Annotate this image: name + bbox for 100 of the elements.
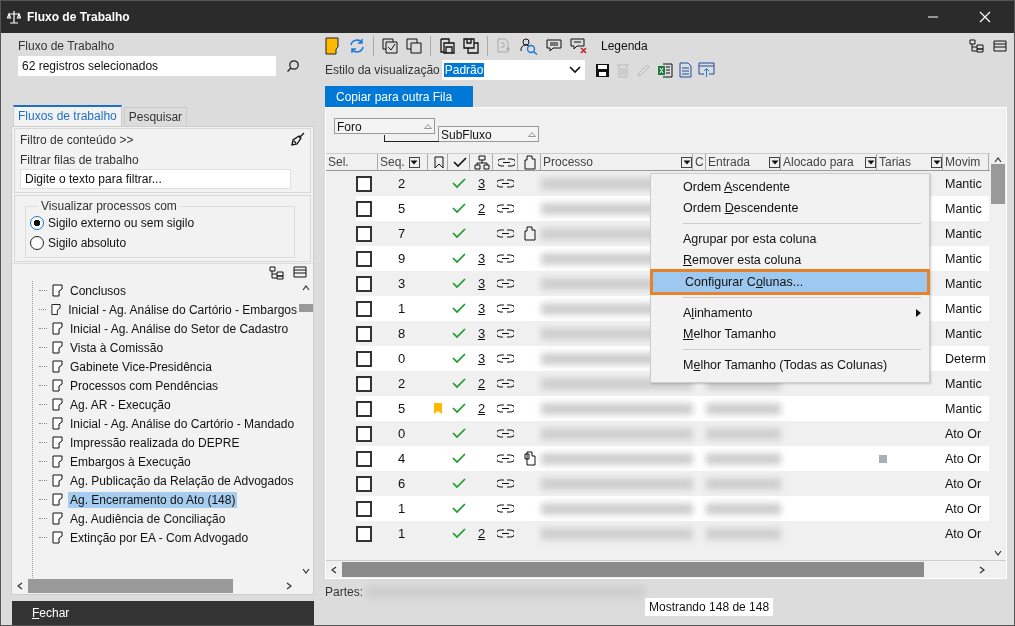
caret-down-icon[interactable] xyxy=(682,159,691,165)
row-checkbox[interactable] xyxy=(356,375,372,392)
scrollbar-thumb[interactable] xyxy=(28,579,233,593)
search-icon[interactable] xyxy=(286,59,300,73)
folder-icon[interactable] xyxy=(325,37,341,55)
radio-label[interactable]: Sigilo absoluto xyxy=(48,236,127,250)
tab[interactable]: Fluxos de trabalho xyxy=(13,105,122,126)
link-icon[interactable] xyxy=(497,157,515,167)
spreadsheet-icon[interactable] xyxy=(656,62,673,78)
column-header[interactable]: C xyxy=(693,154,706,170)
save-copy-icon[interactable] xyxy=(463,38,479,54)
save-icon[interactable] xyxy=(594,62,610,78)
menu-item[interactable]: Remover esta coluna xyxy=(651,250,929,270)
menu-item[interactable]: Ordem Ascendente xyxy=(651,177,929,197)
broom-icon[interactable] xyxy=(290,132,305,147)
subflow-count-link[interactable]: 3 xyxy=(477,351,486,366)
row-checkbox[interactable] xyxy=(356,350,372,367)
link-icon[interactable] xyxy=(497,454,514,463)
legend-button[interactable]: Legenda xyxy=(601,39,648,53)
chevron-down-icon[interactable] xyxy=(994,549,1002,557)
caret-down-icon[interactable] xyxy=(568,66,581,74)
radio-button[interactable] xyxy=(30,216,44,230)
chevron-down-icon[interactable] xyxy=(302,567,310,575)
export-icon[interactable] xyxy=(697,62,715,78)
row-checkbox[interactable] xyxy=(356,200,372,217)
link-icon[interactable] xyxy=(497,179,514,188)
caret-down-icon[interactable] xyxy=(410,159,419,165)
bookmark-icon[interactable] xyxy=(433,155,444,169)
tree-item[interactable]: Ag. Encerramento do Ato (148) xyxy=(68,491,238,508)
copy-to-queue-button[interactable]: Copiar para outra Fila xyxy=(325,86,473,107)
workflow-field[interactable]: 62 registros selecionados xyxy=(18,56,276,76)
row-checkbox[interactable] xyxy=(356,425,372,442)
caret-up-icon[interactable] xyxy=(424,123,432,129)
menu-item[interactable]: Alinhamento xyxy=(651,303,929,323)
tree-item[interactable]: Ag. AR - Execução xyxy=(68,396,173,413)
row-checkbox[interactable] xyxy=(356,225,372,242)
subflow-count-link[interactable]: 2 xyxy=(477,526,486,541)
subflow-count-link[interactable]: 3 xyxy=(477,176,486,191)
row-checkbox[interactable] xyxy=(356,175,372,192)
tree-collapse-icon[interactable] xyxy=(293,266,307,278)
row-checkbox[interactable] xyxy=(356,300,372,317)
scrollbar-thumb[interactable] xyxy=(991,164,1005,204)
row-checkbox[interactable] xyxy=(356,500,372,517)
row-checkbox[interactable] xyxy=(356,250,372,267)
chevron-left-icon[interactable] xyxy=(330,565,338,574)
tree-item[interactable]: Conclusos xyxy=(68,282,129,299)
column-header[interactable]: Alocado para xyxy=(781,154,877,170)
scrollbar[interactable] xyxy=(326,560,1006,578)
caret-down-icon[interactable] xyxy=(932,159,941,165)
document-icon[interactable] xyxy=(523,226,536,241)
link-icon[interactable] xyxy=(497,354,514,363)
caret-down-icon[interactable] xyxy=(770,159,779,165)
column-header[interactable]: Entrada xyxy=(706,154,781,170)
comment-delete-icon[interactable] xyxy=(570,38,587,54)
comment-icon[interactable] xyxy=(546,39,562,53)
chevron-right-icon[interactable] xyxy=(285,582,293,590)
tree-item[interactable]: Inicial - Ag. Análise do Cartório - Embargos xyxy=(66,301,299,318)
tree-item[interactable]: Inicial - Ag. Análise do Setor de Cadastro xyxy=(68,320,291,337)
subflow-count-link[interactable]: 2 xyxy=(477,201,486,216)
tree-item[interactable]: Inicial - Ag. Análise do Cartório - Mandado xyxy=(68,415,297,432)
tree-collapse-icon[interactable] xyxy=(993,40,1007,52)
row-checkbox[interactable] xyxy=(356,400,372,417)
close-button[interactable] xyxy=(979,11,991,23)
style-dropdown[interactable]: Padrão xyxy=(441,60,585,80)
column-header[interactable]: Movim xyxy=(943,154,989,170)
menu-item[interactable]: Melhor Tamanho xyxy=(651,324,929,344)
tree-expand-icon[interactable] xyxy=(969,39,985,53)
tree-item[interactable]: Ag. Audiência de Conciliação xyxy=(68,510,228,527)
link-icon[interactable] xyxy=(497,279,514,288)
subflow-count-link[interactable]: 3 xyxy=(477,251,486,266)
link-icon[interactable] xyxy=(497,379,514,388)
column-header[interactable]: Processo xyxy=(541,154,693,170)
user-search-icon[interactable] xyxy=(520,37,538,55)
scrollbar-thumb[interactable] xyxy=(299,304,313,312)
row-checkbox[interactable] xyxy=(356,325,372,342)
copy-icon[interactable] xyxy=(406,38,422,54)
link-icon[interactable] xyxy=(497,529,514,538)
row-checkbox[interactable] xyxy=(356,525,372,542)
menu-item[interactable]: Melhor Tamanho (Todas as Colunas) xyxy=(651,355,929,375)
subflow-count-link[interactable]: 2 xyxy=(477,376,486,391)
scrollbar-thumb[interactable] xyxy=(342,562,924,577)
menu-item[interactable]: Configurar Colunas... xyxy=(653,272,927,292)
tree-item[interactable]: Gabinete Vice-Presidência xyxy=(68,358,214,375)
group-by-chip[interactable]: SubFluxo xyxy=(438,126,539,142)
subflow-count-link[interactable]: 3 xyxy=(477,301,486,316)
document-icon[interactable] xyxy=(524,154,536,170)
column-header[interactable]: Seq. xyxy=(378,154,428,170)
link-icon[interactable] xyxy=(497,404,514,413)
link-icon[interactable] xyxy=(497,479,514,488)
content-filter-toggle[interactable]: Filtro de conteúdo >> xyxy=(20,132,134,147)
tree-item[interactable]: Impressão realizada do DEPRE xyxy=(68,434,242,451)
select-all-icon[interactable] xyxy=(382,38,398,54)
chevron-up-icon[interactable] xyxy=(994,156,1002,164)
menu-item[interactable]: Agrupar por esta coluna xyxy=(651,229,929,249)
link-icon[interactable] xyxy=(497,504,514,513)
row-checkbox[interactable] xyxy=(356,475,372,492)
caret-up-icon[interactable] xyxy=(528,131,536,137)
check-icon[interactable] xyxy=(452,156,467,168)
tab[interactable]: Pesquisar xyxy=(123,107,188,126)
subflow-count-link[interactable]: 3 xyxy=(477,326,486,341)
